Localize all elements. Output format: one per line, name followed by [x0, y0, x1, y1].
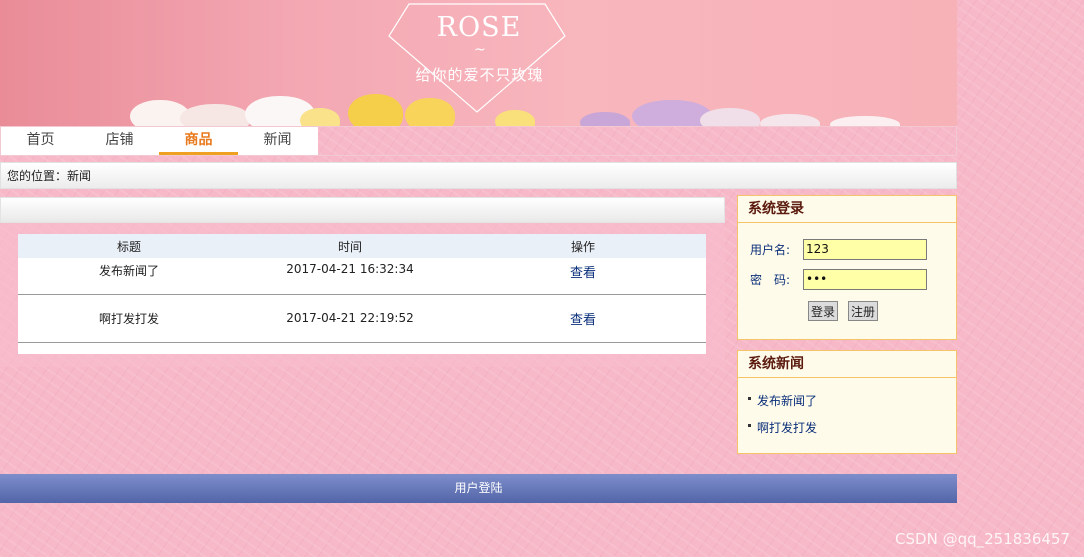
nav-item-products[interactable]: 商品: [159, 127, 238, 155]
news-table: 标题 时间 操作 发布新闻了 2017-04-21 16:32:34 查看 啊打…: [18, 234, 706, 354]
login-buttons: 登录 注册: [808, 301, 879, 321]
column-header-action: 操作: [460, 234, 706, 258]
bullet-icon: [748, 424, 751, 427]
news-action-cell: 查看: [460, 294, 706, 343]
column-header-time: 时间: [240, 234, 460, 258]
table-row: 发布新闻了 2017-04-21 16:32:34 查看: [18, 258, 706, 295]
header-banner: ROSE ~ 给你的爱不只玫瑰: [0, 0, 957, 126]
login-button[interactable]: 登录: [808, 301, 839, 321]
password-row: 密 码:: [750, 268, 927, 290]
table-row: 啊打发打发 2017-04-21 22:19:52 查看: [18, 294, 706, 343]
content-header-bar: [0, 197, 725, 223]
white-rose-icon: [760, 114, 820, 126]
footer-bar: 用户登陆: [0, 474, 957, 503]
login-panel-title: 系统登录: [738, 196, 956, 223]
table-footer-row: [18, 342, 706, 354]
system-news-link[interactable]: 发布新闻了: [757, 392, 817, 409]
news-time-cell: 2017-04-21 16:32:34: [240, 258, 460, 295]
watermark: CSDN @qq_251836457: [895, 530, 1070, 548]
news-action-cell: 查看: [460, 258, 706, 295]
username-label: 用户名:: [750, 242, 791, 257]
nav-item-news[interactable]: 新闻: [238, 127, 317, 155]
bullet-icon: [748, 397, 751, 400]
system-news-link[interactable]: 啊打发打发: [757, 419, 817, 436]
username-input[interactable]: [803, 238, 927, 260]
yellow-rose-icon: [348, 94, 403, 126]
news-title-cell: 发布新闻了: [18, 258, 240, 295]
white-rose-icon: [830, 116, 900, 126]
system-news-panel: 系统新闻 发布新闻了 啊打发打发: [737, 350, 957, 454]
yellow-rose-icon: [495, 110, 535, 126]
banner-tilde: ~: [474, 42, 486, 58]
yellow-rose-icon: [405, 98, 455, 126]
list-item: 啊打发打发: [748, 414, 956, 441]
password-label: 密 码:: [750, 272, 791, 287]
purple-rose-icon: [580, 112, 630, 126]
login-panel: 系统登录 用户名: 密 码: 登录 注册: [737, 195, 957, 340]
list-item: 发布新闻了: [748, 387, 956, 414]
nav-item-shops[interactable]: 店铺: [80, 127, 159, 155]
main-nav: 首页 店铺 商品 新闻: [0, 126, 957, 156]
column-header-title: 标题: [18, 234, 240, 258]
footer-link[interactable]: 用户登陆: [454, 481, 502, 495]
breadcrumb: 您的位置：新闻: [0, 162, 957, 189]
news-title-cell: 啊打发打发: [18, 294, 240, 343]
register-button[interactable]: 注册: [848, 301, 879, 321]
system-news-list: 发布新闻了 啊打发打发: [738, 378, 956, 441]
banner-title: ROSE: [436, 12, 522, 43]
white-rose-icon: [700, 108, 760, 126]
username-row: 用户名:: [750, 238, 927, 260]
password-input[interactable]: [803, 268, 927, 290]
view-link[interactable]: 查看: [570, 266, 596, 281]
news-time-cell: 2017-04-21 22:19:52: [240, 294, 460, 343]
banner-slogan: 给你的爱不只玫瑰: [415, 66, 544, 84]
white-rose-icon: [180, 104, 250, 126]
system-news-title: 系统新闻: [738, 351, 956, 378]
nav-item-home[interactable]: 首页: [1, 127, 80, 155]
view-link[interactable]: 查看: [570, 313, 596, 328]
yellow-rose-icon: [300, 108, 340, 126]
table-header-row: 标题 时间 操作: [18, 234, 706, 258]
